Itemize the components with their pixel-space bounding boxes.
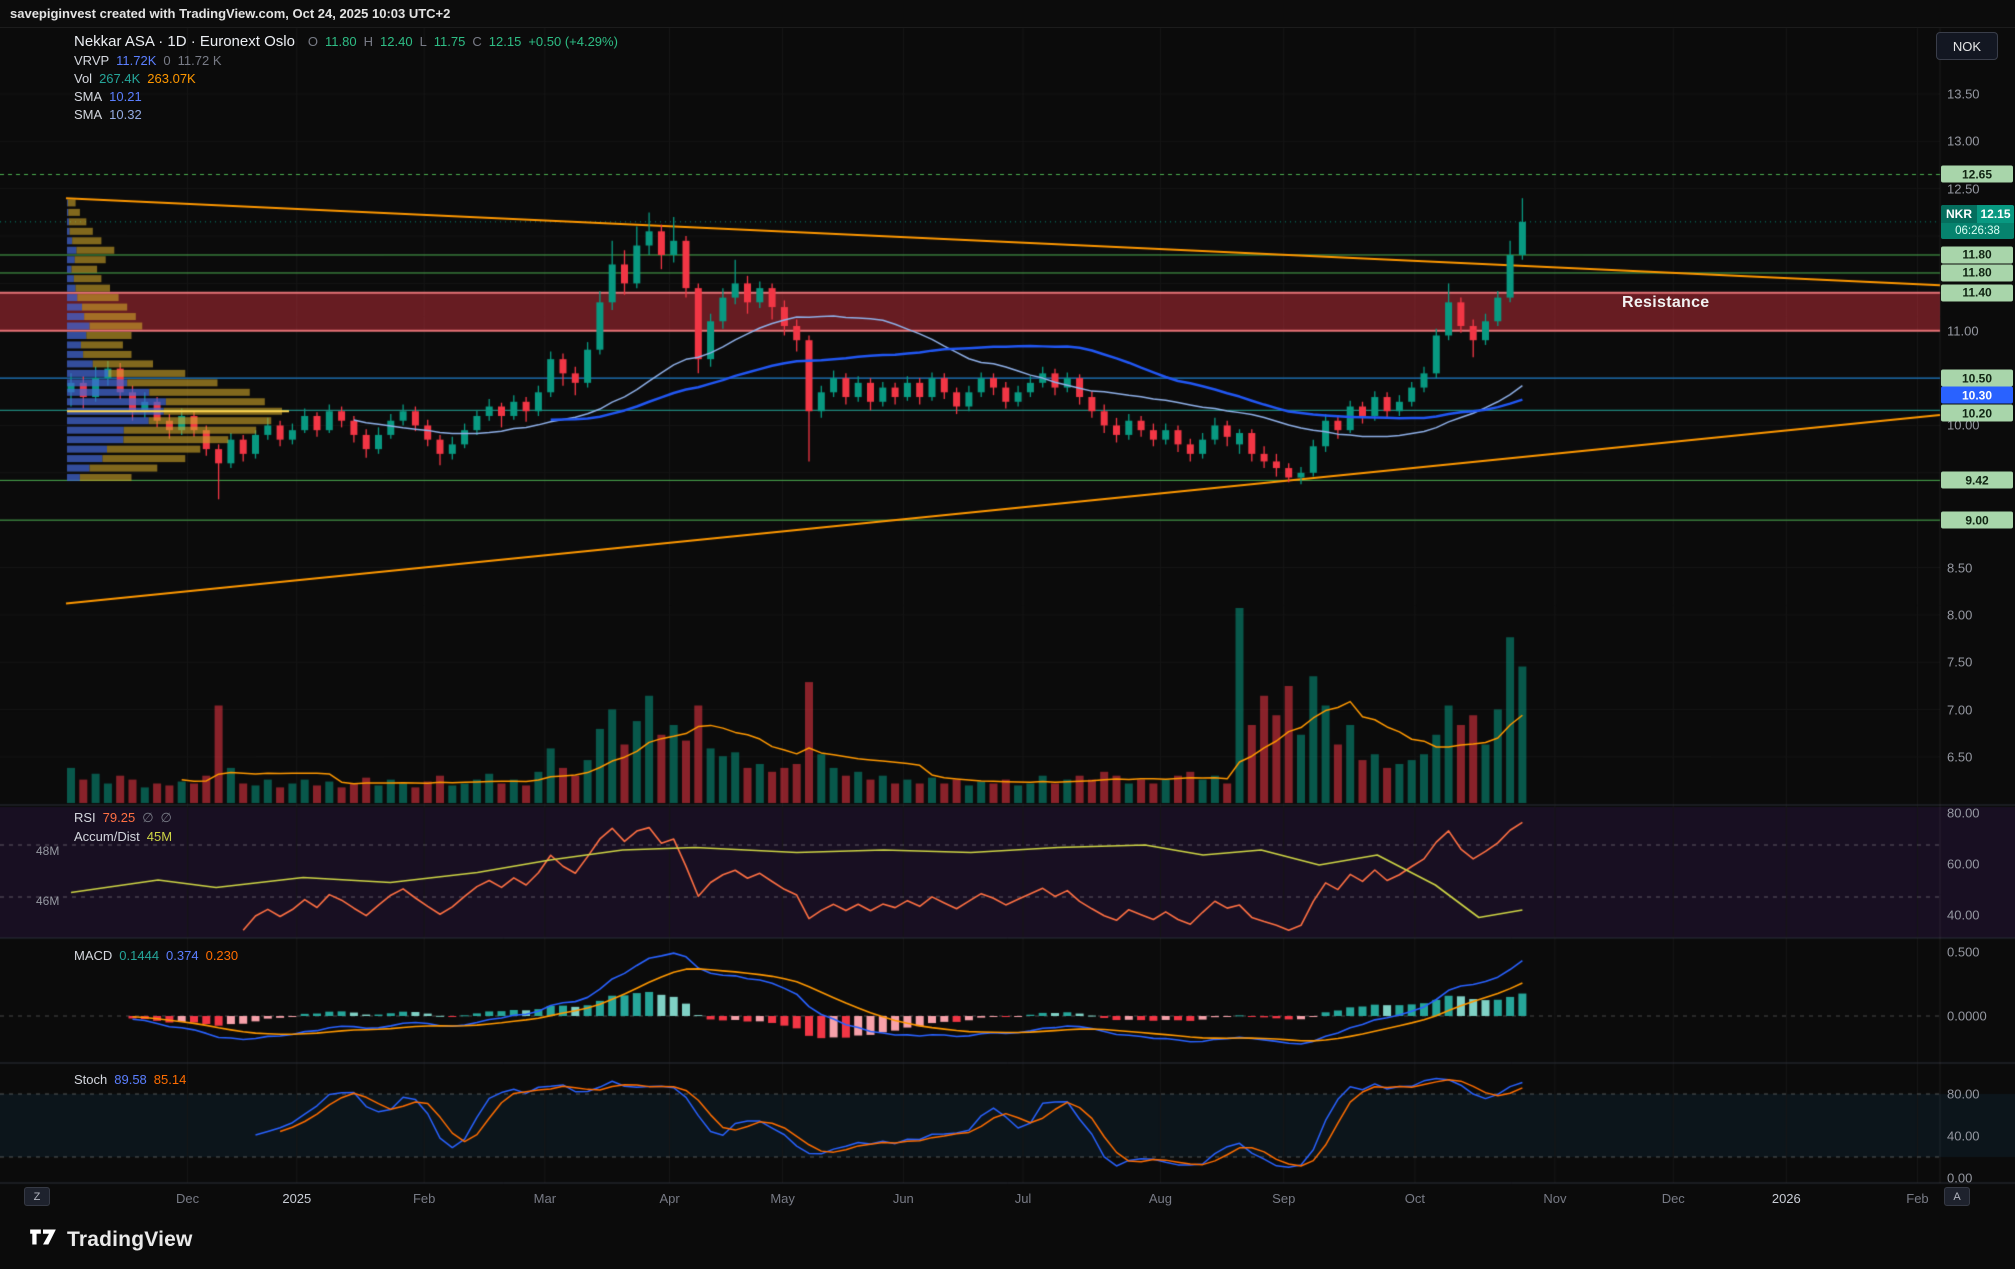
macd-hist-value: 0.1444 (119, 948, 159, 963)
volume-label: Vol (74, 71, 92, 86)
auto-scale-button[interactable]: A (1944, 1187, 1970, 1206)
rsi-label: RSI (74, 810, 96, 826)
price-scale[interactable] (1941, 28, 2015, 1183)
macd-label: MACD (74, 948, 112, 963)
symbol-title: Nekkar ASA · 1D · Euronext Oslo (74, 33, 295, 50)
main-chart-canvas[interactable] (0, 0, 2015, 1269)
time-scale[interactable] (0, 1183, 1940, 1214)
accdist-label: Accum/Dist (74, 829, 140, 844)
macd-signal-value: 0.230 (206, 948, 239, 963)
open-value: 11.80 (325, 34, 357, 49)
close-label: C (472, 34, 481, 49)
stoch-k-value: 89.58 (114, 1072, 147, 1087)
indicator-legend-volume[interactable]: Vol 267.4K 263.07K (74, 71, 618, 86)
volume-value: 267.4K (99, 71, 140, 86)
indicator-legend-accdist[interactable]: Accum/Dist 45M (74, 829, 172, 844)
rsi-empty-2: ∅ (161, 810, 172, 826)
indicator-legend-sma1[interactable]: SMA 10.21 (74, 89, 618, 104)
resistance-annotation[interactable]: Resistance (1622, 294, 1710, 312)
indicator-legend-stoch[interactable]: Stoch 89.58 85.14 (74, 1072, 186, 1087)
sma1-label: SMA (74, 89, 102, 104)
symbol-title-row[interactable]: Nekkar ASA · 1D · Euronext Oslo O 11.80 H… (74, 33, 618, 50)
vrvp-value-3: 11.72 K (178, 53, 222, 68)
sma2-value: 10.32 (109, 107, 142, 122)
macd-line-value: 0.374 (166, 948, 199, 963)
volume-ma-value: 263.07K (147, 71, 195, 86)
sma2-label: SMA (74, 107, 102, 122)
change-value: +0.50 (+4.29%) (528, 34, 618, 49)
low-value: 11.75 (434, 34, 466, 49)
high-value: 12.40 (380, 34, 413, 49)
rsi-empty-1: ∅ (142, 810, 153, 826)
high-label: H (364, 34, 373, 49)
indicator-legend-macd[interactable]: MACD 0.1444 0.374 0.230 (74, 948, 238, 963)
open-label: O (308, 34, 318, 49)
accdist-value: 45M (147, 829, 172, 844)
sma1-value: 10.21 (109, 89, 142, 104)
indicator-legend-rsi[interactable]: RSI 79.25 ∅ ∅ (74, 810, 172, 826)
chart-legend: Nekkar ASA · 1D · Euronext Oslo O 11.80 H… (74, 33, 618, 122)
low-label: L (420, 34, 427, 49)
vrvp-value-2: 0 (163, 53, 170, 68)
stoch-d-value: 85.14 (154, 1072, 187, 1087)
indicator-legend-vrvp[interactable]: VRVP 11.72K 0 11.72 K (74, 53, 618, 68)
watermark-text: savepiginvest created with TradingView.c… (10, 6, 450, 21)
vrvp-label: VRVP (74, 53, 109, 68)
watermark-bar: savepiginvest created with TradingView.c… (0, 0, 2015, 28)
vrvp-value-1: 11.72K (116, 53, 156, 68)
rsi-value: 79.25 (103, 810, 136, 826)
indicator-legend-sma2[interactable]: SMA 10.32 (74, 107, 618, 122)
stoch-label: Stoch (74, 1072, 107, 1087)
close-value: 12.15 (489, 34, 522, 49)
